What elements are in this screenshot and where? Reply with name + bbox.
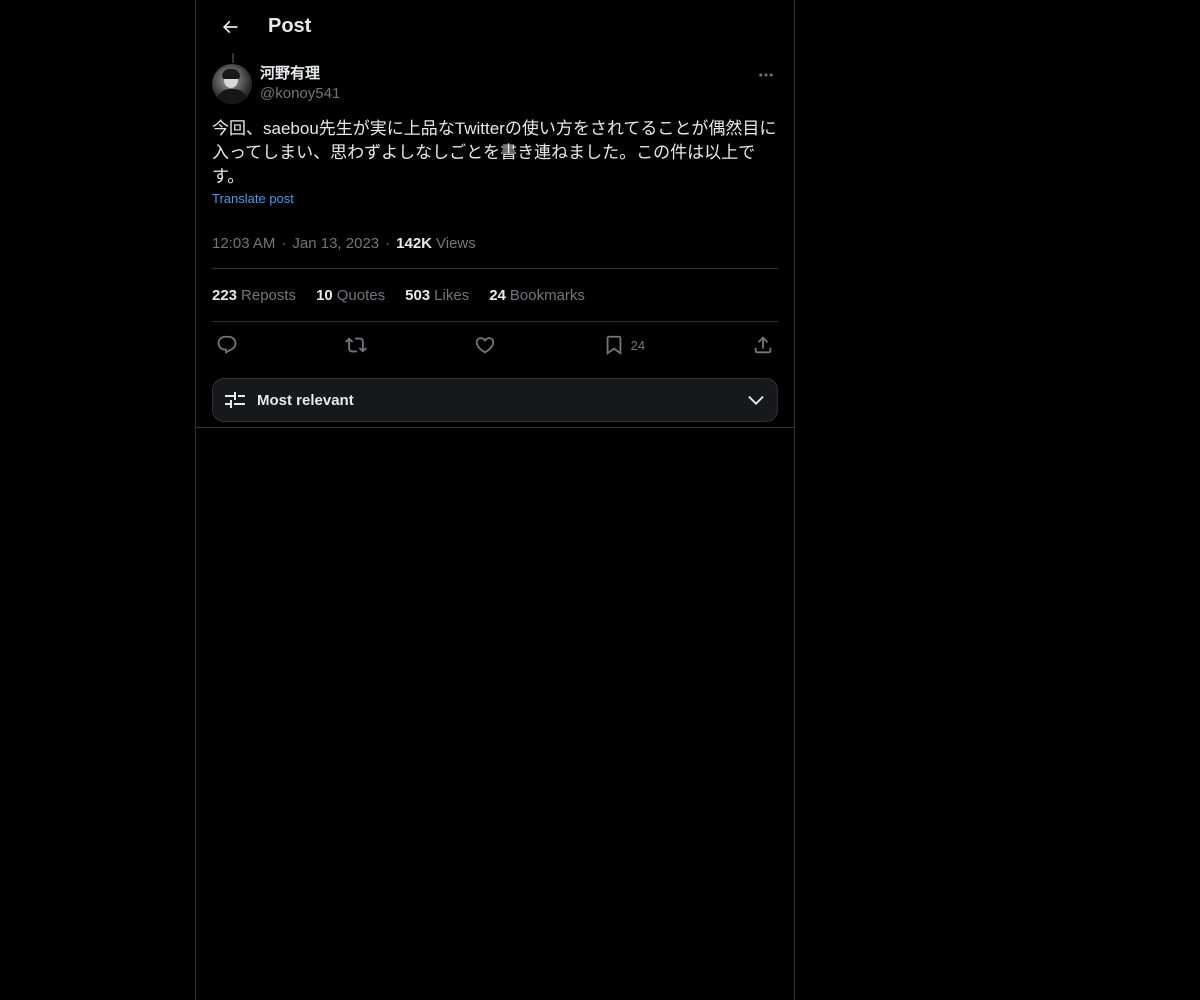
engagement-stats: 223 Reposts 10 Quotes 503 Likes 24 Bookmarks	[212, 269, 778, 322]
meta-separator: ·	[281, 234, 287, 252]
bookmarks-stat[interactable]: 24 Bookmarks	[489, 287, 585, 304]
reply-button[interactable]	[216, 334, 238, 356]
arrow-left-icon	[220, 17, 240, 37]
bookmarks-count: 24	[489, 286, 506, 304]
action-bar: 24	[212, 322, 778, 368]
meta-separator: ·	[385, 234, 391, 252]
page-header: Post	[196, 0, 794, 53]
post-time[interactable]: 12:03 AM	[212, 235, 275, 252]
bookmark-button[interactable]: 24	[603, 334, 645, 356]
likes-stat[interactable]: 503 Likes	[405, 287, 469, 304]
sort-replies-dropdown[interactable]: Most relevant	[212, 378, 778, 422]
reply-icon	[216, 334, 238, 356]
more-horizontal-icon	[757, 66, 775, 84]
views-count: 142K	[396, 234, 432, 252]
translate-post-link[interactable]: Translate post	[212, 191, 294, 206]
author-handle[interactable]: @konoy541	[260, 84, 340, 104]
quotes-count: 10	[316, 286, 333, 304]
post-text: 今回、saebou先生が実に上品なTwitterの使い方をされてることが偶然目に…	[212, 119, 777, 186]
main-column: Post 河野有理 @konoy541 今回、saebou先生が実に上品なTwi…	[195, 0, 795, 1000]
bookmark-icon	[603, 334, 625, 356]
share-button[interactable]	[752, 334, 774, 356]
sort-label: Most relevant	[257, 391, 354, 409]
likes-label: Likes	[434, 286, 470, 304]
post-date[interactable]: Jan 13, 2023	[292, 235, 379, 252]
repost-button[interactable]	[344, 334, 367, 356]
chevron-down-icon	[745, 389, 767, 411]
author-names: 河野有理 @konoy541	[260, 64, 340, 104]
post-article: 河野有理 @konoy541 今回、saebou先生が実に上品なTwitterの…	[196, 53, 794, 422]
post-meta: 12:03 AM · Jan 13, 2023 · 142K Views	[212, 228, 778, 269]
views-label: Views	[436, 234, 476, 252]
author-display-name[interactable]: 河野有理	[260, 64, 340, 84]
share-icon	[752, 334, 774, 356]
bookmark-count: 24	[630, 337, 646, 353]
sliders-icon	[223, 388, 247, 412]
back-button[interactable]	[212, 9, 248, 45]
quotes-stat[interactable]: 10 Quotes	[316, 287, 385, 304]
repost-icon	[344, 334, 367, 356]
bookmarks-label: Bookmarks	[509, 286, 585, 304]
like-button[interactable]	[474, 334, 496, 356]
reposts-count: 223	[212, 286, 238, 304]
author-row: 河野有理 @konoy541	[212, 53, 778, 104]
likes-count: 503	[405, 286, 431, 304]
heart-icon	[474, 334, 496, 356]
avatar[interactable]	[212, 64, 252, 104]
reposts-stat[interactable]: 223 Reposts	[212, 287, 296, 304]
section-divider	[196, 427, 794, 428]
page-title: Post	[268, 15, 312, 37]
reposts-label: Reposts	[241, 286, 297, 304]
quotes-label: Quotes	[336, 286, 386, 304]
more-options-button[interactable]	[754, 63, 778, 87]
